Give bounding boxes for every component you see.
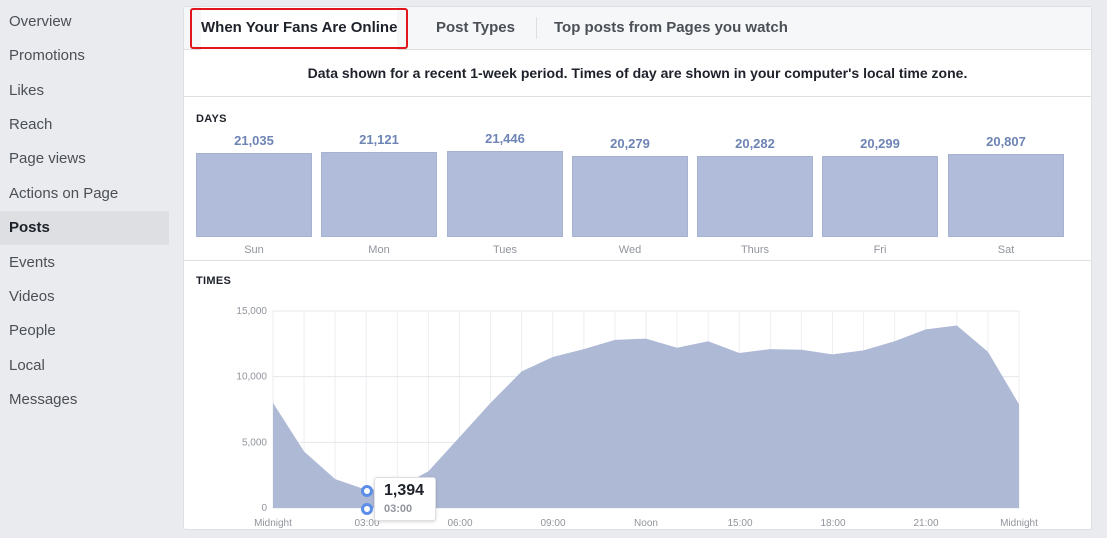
x-tick-label: Midnight [1000, 518, 1038, 529]
x-tick-label: 15:00 [727, 518, 752, 529]
x-tick-label: Noon [634, 518, 658, 529]
y-tick-label: 10,000 [236, 372, 267, 383]
tooltip-time: 03:00 [384, 503, 413, 515]
chart-tooltip: 1,394 03:00 [374, 477, 436, 521]
hover-marker-top [361, 485, 373, 497]
times-chart: 0 5,000 10,000 15,000 Midnight 03:00 06:00 09:0… [236, 306, 1038, 529]
hover-marker-bottom [361, 503, 373, 515]
x-tick-label: 09:00 [540, 518, 565, 529]
y-tick-label: 0 [261, 503, 267, 514]
x-tick-label: 18:00 [820, 518, 845, 529]
x-tick-label: Midnight [254, 518, 292, 529]
x-tick-label: 06:00 [447, 518, 472, 529]
x-tick-label: 21:00 [913, 518, 938, 529]
tooltip-value: 1,394 [384, 482, 425, 499]
y-tick-label: 15,000 [236, 306, 267, 317]
y-tick-label: 5,000 [242, 437, 267, 448]
